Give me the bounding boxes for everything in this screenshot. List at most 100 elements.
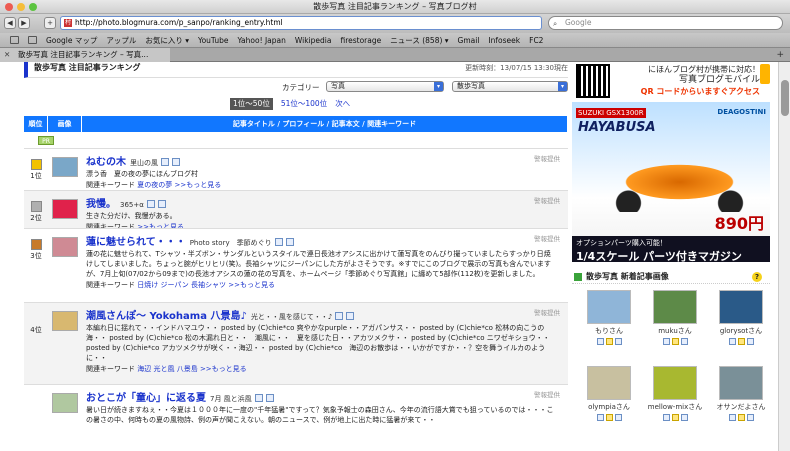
- keyword-link[interactable]: 八景島: [177, 365, 198, 373]
- close-window-button[interactable]: [5, 3, 13, 11]
- bookmark-google-map[interactable]: Google マップ: [46, 35, 97, 46]
- entry-blog-name[interactable]: 7月 風と浜風: [210, 395, 252, 403]
- keyword-link[interactable]: 光と風: [153, 365, 174, 373]
- profile-icon[interactable]: [728, 414, 736, 421]
- keyword-link[interactable]: 日焼け: [137, 281, 158, 289]
- new-image-user[interactable]: glorysotさん: [710, 326, 772, 336]
- entry-title-link[interactable]: おとこが「童心」に返る夏: [86, 393, 206, 404]
- bookmark-yahoo[interactable]: Yahoo! Japan: [238, 36, 286, 45]
- back-button[interactable]: ◀: [4, 17, 16, 29]
- entry-title-link[interactable]: 我慢。: [86, 199, 116, 210]
- more-link[interactable]: >>もっと見る: [228, 281, 275, 289]
- entry-title-link[interactable]: ねむの木: [86, 157, 126, 168]
- entry-thumbnail[interactable]: [52, 393, 78, 413]
- report-link[interactable]: 警報提供: [534, 307, 560, 317]
- entry-thumbnail[interactable]: [52, 157, 78, 177]
- keyword-link[interactable]: 海辺: [137, 365, 151, 373]
- bookmark-favorites[interactable]: お気に入り ▾: [145, 35, 189, 46]
- profile-icon[interactable]: [254, 394, 263, 402]
- keyword-link[interactable]: 夏の夜の夢: [137, 181, 172, 189]
- sidebar-ad-banner[interactable]: SUZUKI GSX1300R DEAGOSTINI HAYABUSA 890円…: [572, 102, 770, 262]
- new-image-user[interactable]: mukuさん: [644, 326, 706, 336]
- mobile-promo[interactable]: にほんブログ村が携帯に対応！ 写真ブログモバイル QR コードからいますぐアクセ…: [620, 64, 760, 97]
- bookmark-youtube[interactable]: YouTube: [198, 36, 229, 45]
- report-link[interactable]: 警報提供: [534, 389, 560, 399]
- new-image-thumb[interactable]: [587, 290, 631, 324]
- close-tab-icon[interactable]: ✕: [4, 48, 10, 62]
- forward-button[interactable]: ▶: [18, 17, 30, 29]
- report-link[interactable]: 警報提供: [534, 153, 560, 163]
- bookmark-wikipedia[interactable]: Wikipedia: [295, 36, 332, 45]
- report-link[interactable]: 警報提供: [534, 233, 560, 243]
- tab-active[interactable]: ✕ 散歩写真 注目記事ランキング – 写真...: [0, 48, 170, 62]
- bookmark-fc2[interactable]: FC2: [529, 36, 543, 45]
- new-image-user[interactable]: mellow-mixさん: [644, 402, 706, 412]
- new-image-thumb[interactable]: [587, 366, 631, 400]
- new-image-user[interactable]: もりさん: [578, 326, 640, 336]
- new-image-item[interactable]: mukuさん: [644, 290, 706, 358]
- new-image-thumb[interactable]: [719, 366, 763, 400]
- keyword-link[interactable]: ジーパン: [160, 281, 188, 289]
- entry-thumbnail[interactable]: [52, 311, 78, 331]
- entry-icon[interactable]: [157, 200, 166, 208]
- entry-icon[interactable]: [605, 338, 613, 345]
- entry-icon[interactable]: [737, 414, 745, 421]
- help-icon[interactable]: ?: [752, 272, 762, 282]
- bookmark-icon[interactable]: [746, 414, 754, 421]
- entry-icon[interactable]: [605, 414, 613, 421]
- bookmark-firestorage[interactable]: firestorage: [340, 36, 381, 45]
- new-image-item[interactable]: もりさん: [578, 290, 640, 358]
- entry-icon[interactable]: [737, 338, 745, 345]
- profile-icon[interactable]: [335, 312, 344, 320]
- entry-blog-name[interactable]: Photo story 季節めぐり: [190, 239, 272, 247]
- new-image-item[interactable]: オサンだよさん: [710, 366, 772, 434]
- entry-icon[interactable]: [671, 338, 679, 345]
- category-select[interactable]: 写真 ▾: [326, 81, 444, 92]
- more-link[interactable]: >>もっと見る: [174, 181, 221, 189]
- minimize-window-button[interactable]: [17, 3, 25, 11]
- new-image-item[interactable]: glorysotさん: [710, 290, 772, 358]
- add-bookmark-button[interactable]: +: [44, 17, 56, 29]
- profile-icon[interactable]: [146, 200, 155, 208]
- report-link[interactable]: 警報提供: [534, 195, 560, 205]
- entry-icon[interactable]: [346, 312, 355, 320]
- profile-icon[interactable]: [274, 238, 283, 246]
- new-image-thumb[interactable]: [653, 366, 697, 400]
- scrollbar-thumb[interactable]: [781, 80, 789, 116]
- more-link[interactable]: >>もっと見る: [200, 365, 247, 373]
- page-next-range-link[interactable]: 51位〜100位: [281, 98, 327, 110]
- bookmark-infoseek[interactable]: Infoseek: [488, 36, 520, 45]
- profile-icon[interactable]: [596, 414, 604, 421]
- reading-list-icon[interactable]: [10, 36, 19, 44]
- bookmark-icon[interactable]: [680, 338, 688, 345]
- entry-blog-name[interactable]: 光と・・風を感じて・・♪: [251, 313, 332, 321]
- new-image-item[interactable]: olympiaさん: [578, 366, 640, 434]
- bookmark-icon[interactable]: [746, 338, 754, 345]
- profile-icon[interactable]: [662, 338, 670, 345]
- page-scrollbar[interactable]: [778, 62, 790, 451]
- zoom-window-button[interactable]: [29, 3, 37, 11]
- profile-icon[interactable]: [596, 338, 604, 345]
- new-tab-icon[interactable]: +: [776, 48, 784, 62]
- bookmark-icon[interactable]: [680, 414, 688, 421]
- profile-icon[interactable]: [728, 338, 736, 345]
- search-field[interactable]: ⌕ Google: [548, 16, 783, 30]
- bookmarks-book-icon[interactable]: [28, 36, 37, 44]
- profile-icon[interactable]: [662, 414, 670, 421]
- entry-icon[interactable]: [265, 394, 274, 402]
- entry-icon[interactable]: [285, 238, 294, 246]
- entry-thumbnail[interactable]: [52, 237, 78, 257]
- bookmark-icon[interactable]: [614, 414, 622, 421]
- page-next-link[interactable]: 次へ: [335, 98, 350, 110]
- new-image-item[interactable]: mellow-mixさん: [644, 366, 706, 434]
- entry-icon[interactable]: [172, 158, 180, 166]
- bookmark-gmail[interactable]: Gmail: [458, 36, 480, 45]
- subcategory-select[interactable]: 散歩写真 ▾: [452, 81, 568, 92]
- new-image-thumb[interactable]: [719, 290, 763, 324]
- entry-title-link[interactable]: 蓮に魅せられて・・・: [86, 237, 186, 248]
- bookmark-icon[interactable]: [614, 338, 622, 345]
- entry-thumbnail[interactable]: [52, 199, 78, 219]
- address-bar[interactable]: 村 http://photo.blogmura.com/p_sanpo/rank…: [60, 16, 542, 30]
- entry-icon[interactable]: [671, 414, 679, 421]
- entry-blog-name[interactable]: 里山の風: [130, 159, 158, 167]
